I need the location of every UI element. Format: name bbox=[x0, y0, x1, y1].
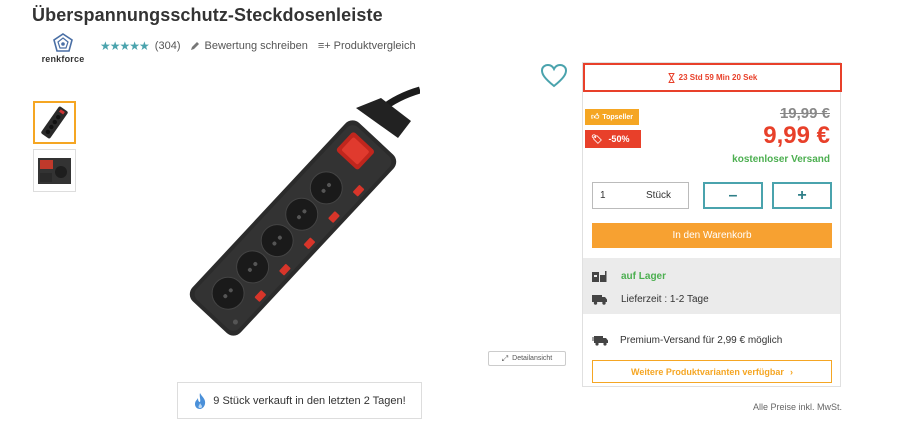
brand-name: renkforce bbox=[41, 54, 85, 64]
pencil-icon bbox=[191, 42, 200, 50]
countdown-text: 23 Std 59 Min 20 Sek bbox=[678, 73, 758, 82]
renkforce-logo-icon bbox=[53, 33, 73, 52]
delivery-time: Lieferzeit : 1-2 Tage bbox=[621, 293, 709, 305]
quantity-value[interactable]: 1 bbox=[600, 190, 636, 201]
add-to-cart-button[interactable]: In den Warenkorb bbox=[592, 223, 832, 248]
rating-count[interactable]: (304) bbox=[155, 40, 181, 52]
variants-label: Weitere Produktvarianten verfügbar bbox=[631, 366, 784, 377]
compare-icon: ≡+ bbox=[317, 40, 331, 52]
detail-view-label: Detailansicht bbox=[512, 355, 553, 362]
discount-badge: 🏷︎ -50% bbox=[585, 130, 641, 148]
thumbnail-socket-closeup-image bbox=[38, 158, 71, 184]
hourglass-icon bbox=[668, 72, 675, 83]
detail-view-button[interactable]: ⤢ Detailansicht bbox=[488, 351, 566, 366]
delivery-row: Lieferzeit : 1-2 Tage bbox=[592, 293, 709, 305]
thumbnail-power-strip-image bbox=[41, 106, 68, 139]
plus-icon: + bbox=[797, 186, 807, 204]
product-main-image[interactable] bbox=[176, 86, 421, 348]
chevron-right-icon: › bbox=[789, 366, 793, 377]
truck-icon bbox=[592, 295, 607, 305]
expand-icon: ⤢ bbox=[501, 353, 509, 363]
fast-truck-icon bbox=[592, 336, 608, 346]
warehouse-icon bbox=[592, 271, 607, 282]
discount-label: -50% bbox=[608, 134, 630, 144]
availability-box: auf Lager Lieferzeit : 1-2 Tage bbox=[583, 258, 840, 314]
free-shipping-text: kostenloser Versand bbox=[732, 154, 830, 165]
compare-link[interactable]: ≡+ Produktvergleich bbox=[318, 40, 416, 52]
minus-icon: – bbox=[728, 186, 738, 204]
countdown-timer: 23 Std 59 Min 20 Sek bbox=[583, 63, 842, 92]
thumbnail-1[interactable] bbox=[33, 101, 76, 144]
quantity-input[interactable]: 1 Stück bbox=[592, 182, 689, 209]
old-price: 19,99 € bbox=[779, 105, 830, 122]
sold-info-text: 9 Stück verkauft in den letzten 2 Tagen! bbox=[213, 394, 406, 407]
flame-icon bbox=[195, 392, 206, 409]
write-review-link[interactable]: Bewertung schreiben bbox=[190, 40, 308, 52]
offer-panel: 23 Std 59 Min 20 Sek 👍︎ Topseller 🏷︎ -50… bbox=[582, 62, 842, 387]
sold-info-box: 9 Stück verkauft in den letzten 2 Tagen! bbox=[177, 382, 422, 419]
topseller-label: Topseller bbox=[602, 113, 633, 121]
compare-label: Produktvergleich bbox=[333, 40, 416, 52]
topseller-badge: 👍︎ Topseller bbox=[585, 109, 639, 125]
product-variants-button[interactable]: Weitere Produktvarianten verfügbar › bbox=[592, 360, 832, 383]
heart-icon bbox=[540, 63, 568, 88]
decrease-quantity-button[interactable]: – bbox=[703, 182, 763, 209]
rating-row: ★★★★★ (304) Bewertung schreiben ≡+ Produ… bbox=[100, 39, 416, 53]
power-strip-image bbox=[189, 86, 421, 336]
brand-logo[interactable]: renkforce bbox=[38, 33, 88, 65]
current-price: 9,99 € bbox=[763, 122, 830, 149]
thumbnail-2[interactable] bbox=[33, 149, 76, 192]
write-review-label: Bewertung schreiben bbox=[204, 40, 308, 52]
thumbs-up-icon: 👍︎ bbox=[591, 112, 600, 121]
stock-row: auf Lager bbox=[592, 270, 666, 282]
product-title: Überspannungsschutz-Steckdosenleiste bbox=[32, 5, 383, 25]
premium-shipping-text: Premium-Versand für 2,99 € möglich bbox=[620, 334, 783, 346]
stock-status: auf Lager bbox=[621, 270, 667, 282]
premium-shipping-row: Premium-Versand für 2,99 € möglich bbox=[592, 334, 782, 346]
increase-quantity-button[interactable]: + bbox=[772, 182, 832, 209]
prices-note: Alle Preise inkl. MwSt. bbox=[752, 402, 842, 412]
quantity-unit: Stück bbox=[646, 190, 672, 201]
rating-stars-icon[interactable]: ★★★★★ bbox=[100, 39, 150, 53]
tag-icon: 🏷︎ bbox=[591, 133, 603, 144]
wishlist-heart-icon[interactable] bbox=[540, 63, 568, 94]
